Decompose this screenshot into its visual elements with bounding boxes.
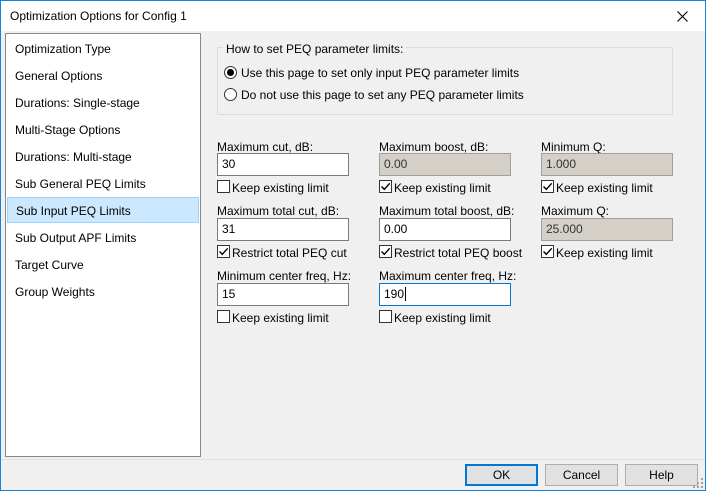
min-center-freq-label: Minimum center freq, Hz: (217, 269, 352, 283)
cancel-button[interactable]: Cancel (545, 464, 618, 486)
nav-item-sub-output-apf-limits[interactable]: Sub Output APF Limits (7, 225, 199, 251)
nav-item-optimization-type[interactable]: Optimization Type (7, 36, 199, 62)
max-cut-label: Maximum cut, dB: (217, 140, 314, 154)
max-cut-input[interactable]: 30 (217, 153, 349, 176)
close-icon (676, 10, 688, 22)
min-q-label: Minimum Q: (541, 140, 606, 154)
text-caret (405, 287, 407, 301)
max-center-freq-input[interactable]: 190 (379, 283, 511, 306)
nav-item-durations-multi-stage[interactable]: Durations: Multi-stage (7, 144, 199, 170)
title-bar: Optimization Options for Config 1 (1, 1, 705, 31)
nav-item-sub-general-peq-limits[interactable]: Sub General PEQ Limits (7, 171, 199, 197)
max-cut-keep-label[interactable]: Keep existing limit (232, 181, 329, 195)
checkmark-icon (543, 182, 553, 191)
nav-item-general-options[interactable]: General Options (7, 63, 199, 89)
checkmark-icon (381, 182, 391, 191)
restrict-total-cut-checkbox[interactable] (217, 245, 230, 258)
min-q-keep-label[interactable]: Keep existing limit (556, 181, 653, 195)
checkmark-icon (219, 247, 229, 256)
max-q-label: Maximum Q: (541, 204, 610, 218)
max-boost-label: Maximum boost, dB: (379, 140, 489, 154)
peq-limits-groupbox (217, 47, 673, 115)
radio-do-not-use-page-label[interactable]: Do not use this page to set any PEQ para… (241, 88, 524, 102)
max-boost-keep-checkbox[interactable] (379, 180, 392, 193)
max-q-keep-label[interactable]: Keep existing limit (556, 246, 653, 260)
dialog-window: Optimization Options for Config 1 Optimi… (0, 0, 706, 491)
max-q-keep-checkbox[interactable] (541, 245, 554, 258)
close-button[interactable] (659, 1, 705, 31)
groupbox-label: How to set PEQ parameter limits: (223, 42, 407, 56)
restrict-total-cut-label[interactable]: Restrict total PEQ cut (232, 246, 347, 260)
checkmark-icon (543, 247, 553, 256)
max-boost-keep-label[interactable]: Keep existing limit (394, 181, 491, 195)
restrict-total-boost-label[interactable]: Restrict total PEQ boost (394, 246, 522, 260)
nav-item-multi-stage-options[interactable]: Multi-Stage Options (7, 117, 199, 143)
max-center-freq-value: 190 (384, 287, 405, 301)
nav-item-sub-input-peq-limits[interactable]: Sub Input PEQ Limits (7, 197, 199, 223)
min-q-keep-checkbox[interactable] (541, 180, 554, 193)
max-q-input[interactable]: 25.000 (541, 218, 673, 241)
options-nav-list: Optimization Type General Options Durati… (5, 33, 201, 457)
nav-item-durations-single-stage[interactable]: Durations: Single-stage (7, 90, 199, 116)
help-button[interactable]: Help (625, 464, 698, 486)
max-total-cut-label: Maximum total cut, dB: (217, 204, 340, 218)
resize-grip-icon[interactable] (693, 478, 703, 488)
max-center-freq-label: Maximum center freq, Hz: (379, 269, 517, 283)
min-q-input[interactable]: 1.000 (541, 153, 673, 176)
min-center-freq-input[interactable]: 15 (217, 283, 349, 306)
max-total-boost-input[interactable]: 0.00 (379, 218, 511, 241)
checkmark-icon (381, 247, 391, 256)
ok-button[interactable]: OK (465, 464, 538, 486)
max-total-boost-label: Maximum total boost, dB: (379, 204, 515, 218)
radio-use-this-page-label[interactable]: Use this page to set only input PEQ para… (241, 66, 519, 80)
window-title: Optimization Options for Config 1 (10, 9, 187, 23)
radio-use-this-page[interactable] (224, 66, 237, 79)
max-center-freq-keep-label[interactable]: Keep existing limit (394, 311, 491, 325)
radio-do-not-use-page[interactable] (224, 88, 237, 101)
max-total-cut-input[interactable]: 31 (217, 218, 349, 241)
nav-item-group-weights[interactable]: Group Weights (7, 279, 199, 305)
max-boost-input[interactable]: 0.00 (379, 153, 511, 176)
min-center-freq-keep-label[interactable]: Keep existing limit (232, 311, 329, 325)
min-center-freq-keep-checkbox[interactable] (217, 310, 230, 323)
nav-item-target-curve[interactable]: Target Curve (7, 252, 199, 278)
restrict-total-boost-checkbox[interactable] (379, 245, 392, 258)
max-cut-keep-checkbox[interactable] (217, 180, 230, 193)
max-center-freq-keep-checkbox[interactable] (379, 310, 392, 323)
